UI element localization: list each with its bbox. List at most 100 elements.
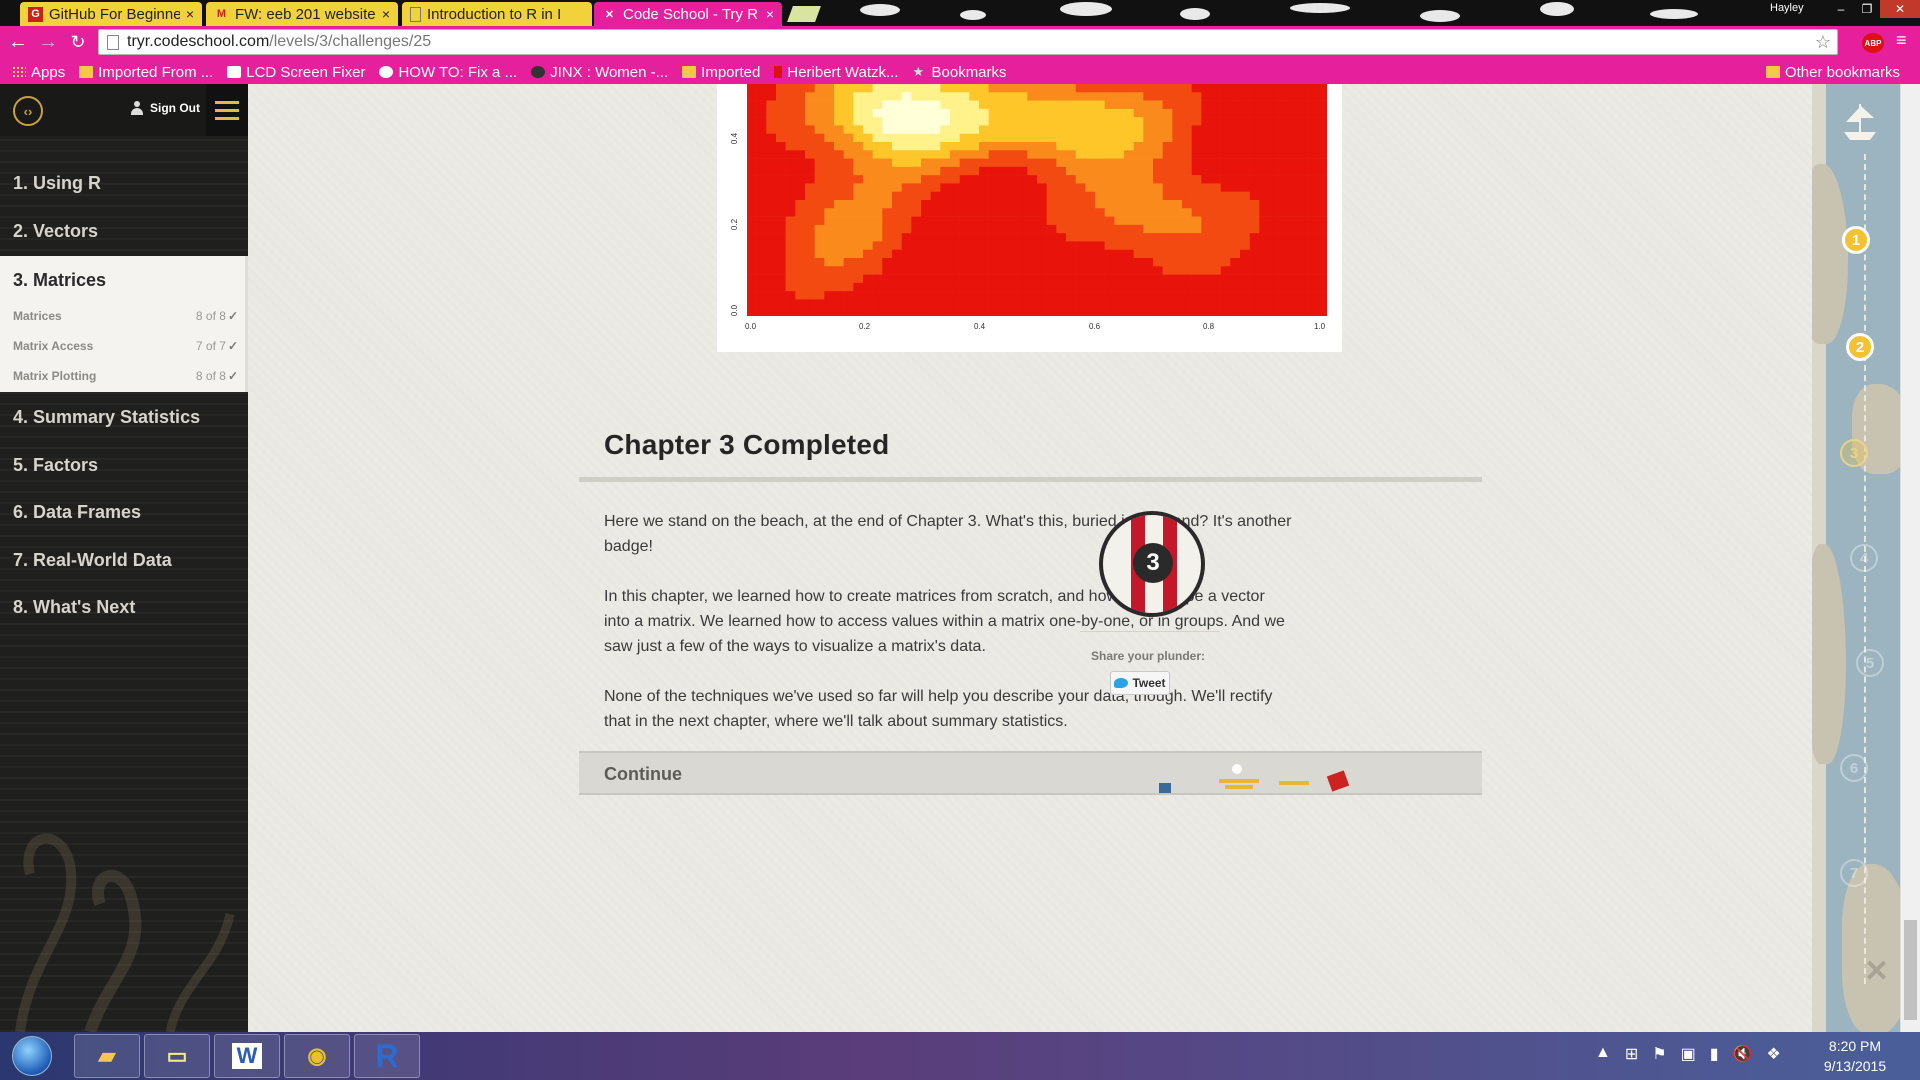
sidebar-level-summary-statistics[interactable]: 4. Summary Statistics: [0, 394, 248, 441]
sidebar-level-data-frames[interactable]: 6. Data Frames: [0, 489, 248, 536]
start-button-icon[interactable]: [12, 1036, 52, 1076]
heatmap-cell: [1211, 158, 1221, 168]
challenge-matrices[interactable]: Matrices 8 of 8 ✓: [13, 309, 238, 323]
taskbar-sticky-notes[interactable]: ▭: [144, 1034, 210, 1078]
heatmap-cell: [1172, 208, 1183, 217]
heatmap-cell: [843, 125, 854, 135]
heatmap-cell: [1066, 84, 1076, 93]
challenge-matrix-plotting[interactable]: Matrix Plotting 8 of 8 ✓: [13, 369, 238, 383]
close-tab-icon[interactable]: ×: [766, 6, 774, 22]
tab-introduction-to-r[interactable]: Introduction to R in I: [402, 2, 592, 26]
bookmark-heribert-watzke[interactable]: Heribert Watzk...: [774, 64, 899, 81]
heatmap-cell: [911, 191, 922, 201]
map-level-1-pin[interactable]: 1: [1842, 226, 1870, 254]
back-arrow-icon[interactable]: ←: [6, 30, 30, 54]
map-level-2-pin[interactable]: 2: [1846, 333, 1874, 361]
sidebar-level-using-r[interactable]: 1. Using R: [0, 160, 248, 207]
map-level-7-pin[interactable]: 7: [1840, 859, 1868, 887]
dropbox-icon[interactable]: ❖: [1766, 1044, 1780, 1064]
heatmap-cell: [766, 142, 777, 151]
bookmark-star-icon[interactable]: ☆: [1815, 32, 1831, 53]
reload-icon[interactable]: ↻: [66, 30, 90, 54]
heatmap-cell: [1153, 299, 1163, 309]
bookmark-bookmarks[interactable]: ★ Bookmarks: [913, 64, 1007, 81]
r-icon: R: [375, 1037, 399, 1074]
map-level-5-pin[interactable]: 5: [1856, 649, 1884, 677]
heatmap-cell: [1230, 133, 1241, 143]
bookmark-apps[interactable]: Apps: [12, 64, 65, 81]
heatmap-cell: [1172, 142, 1183, 151]
tab-code-school-try-r[interactable]: ✕ Code School - Try R ×: [594, 2, 782, 26]
heatmap-cell: [1075, 183, 1086, 193]
taskbar-chrome[interactable]: ◉: [284, 1034, 350, 1078]
background-decoration: [1650, 9, 1698, 19]
code-school-logo-icon[interactable]: ‹›: [13, 96, 43, 126]
map-level-6-pin[interactable]: 6: [1840, 754, 1868, 782]
challenge-matrix-access[interactable]: Matrix Access 7 of 7 ✓: [13, 339, 238, 353]
map-level-4-pin[interactable]: 4: [1850, 544, 1878, 572]
heatmap-cell: [1056, 158, 1067, 168]
heatmap-cell: [785, 142, 796, 151]
heatmap-cell: [1075, 166, 1086, 176]
heatmap-cell: [959, 216, 970, 226]
tab-gmail-eeb201[interactable]: M FW: eeb 201 website ×: [206, 2, 398, 26]
tweet-button[interactable]: Tweet: [1110, 671, 1170, 695]
heatmap-cell: [998, 84, 1009, 93]
close-window-icon[interactable]: ✕: [1880, 0, 1920, 18]
heatmap-cell: [1075, 133, 1086, 143]
sidebar-level-vectors[interactable]: 2. Vectors: [0, 208, 248, 255]
taskbar-file-explorer[interactable]: ▰: [74, 1034, 140, 1078]
address-bar[interactable]: tryr.codeschool.com/levels/3/challenges/…: [98, 29, 1838, 55]
heatmap-cell: [979, 158, 989, 168]
page-scrollbar[interactable]: [1900, 84, 1920, 1032]
bookmark-how-to-fix[interactable]: HOW TO: Fix a ...: [379, 64, 517, 81]
forward-arrow-icon[interactable]: →: [36, 30, 60, 54]
map-level-3-pin[interactable]: 3: [1840, 439, 1868, 467]
taskbar-clock[interactable]: 8:20 PM 9/13/2015: [1800, 1036, 1910, 1076]
close-tab-icon[interactable]: ×: [186, 6, 194, 22]
sidebar-level-whats-next[interactable]: 8. What's Next: [0, 584, 248, 631]
minimize-icon[interactable]: –: [1828, 0, 1854, 18]
sign-out-button[interactable]: Sign Out: [130, 101, 200, 115]
heatmap-cell: [1201, 216, 1212, 226]
heatmap-cell: [1259, 183, 1270, 193]
new-tab-button[interactable]: [787, 6, 821, 22]
heatmap-cell: [795, 108, 806, 118]
hamburger-menu-icon[interactable]: [206, 84, 248, 136]
bookmark-other-bookmarks[interactable]: Other bookmarks: [1765, 60, 1900, 84]
heatmap-cell: [1191, 299, 1202, 309]
taskbar-r[interactable]: R: [354, 1034, 420, 1078]
restore-icon[interactable]: ❐: [1854, 0, 1880, 18]
sidebar-level-matrices[interactable]: 3. Matrices: [13, 270, 106, 291]
show-hidden-icons-icon[interactable]: ▲: [1595, 1044, 1611, 1064]
heatmap-cell: [1075, 258, 1086, 267]
sidebar-level-factors[interactable]: 5. Factors: [0, 442, 248, 489]
chrome-menu-icon[interactable]: ≡: [1896, 30, 1907, 51]
heatmap-cell: [1240, 92, 1250, 101]
security-icon[interactable]: ▣: [1681, 1044, 1696, 1064]
heatmap-cell: [1114, 158, 1125, 168]
heatmap-cell: [756, 150, 767, 159]
sidebar-level-real-world-data[interactable]: 7. Real-World Data: [0, 537, 248, 584]
windows-logo-icon[interactable]: ⊞: [1625, 1044, 1638, 1064]
bookmark-lcd-screen-fixer[interactable]: LCD Screen Fixer: [227, 64, 365, 81]
scrollbar-thumb[interactable]: [1904, 920, 1917, 1020]
continue-button[interactable]: Continue: [579, 751, 1482, 795]
heatmap-cell: [892, 307, 902, 316]
adblock-extension-icon[interactable]: ABP: [1862, 33, 1884, 53]
taskbar-word[interactable]: W: [214, 1034, 280, 1078]
bookmark-jinx[interactable]: JINX : Women -...: [531, 64, 668, 81]
tab-github-for-beginners[interactable]: G GitHub For Beginner ×: [20, 2, 202, 26]
bookmark-imported[interactable]: Imported: [682, 64, 760, 81]
heatmap-cell: [872, 274, 883, 284]
close-tab-icon[interactable]: ×: [382, 6, 390, 22]
heatmap-cell: [1153, 183, 1163, 193]
network-signal-icon[interactable]: ▮: [1710, 1044, 1719, 1064]
heatmap-cell: [969, 258, 980, 267]
heatmap-cell: [988, 282, 999, 292]
action-center-flag-icon[interactable]: ⚑: [1652, 1044, 1666, 1064]
volume-muted-icon[interactable]: 🔇: [1733, 1044, 1753, 1064]
bookmark-imported-from[interactable]: Imported From ...: [79, 64, 213, 81]
heatmap-cell: [872, 175, 883, 184]
heatmap-cell: [1298, 92, 1308, 101]
